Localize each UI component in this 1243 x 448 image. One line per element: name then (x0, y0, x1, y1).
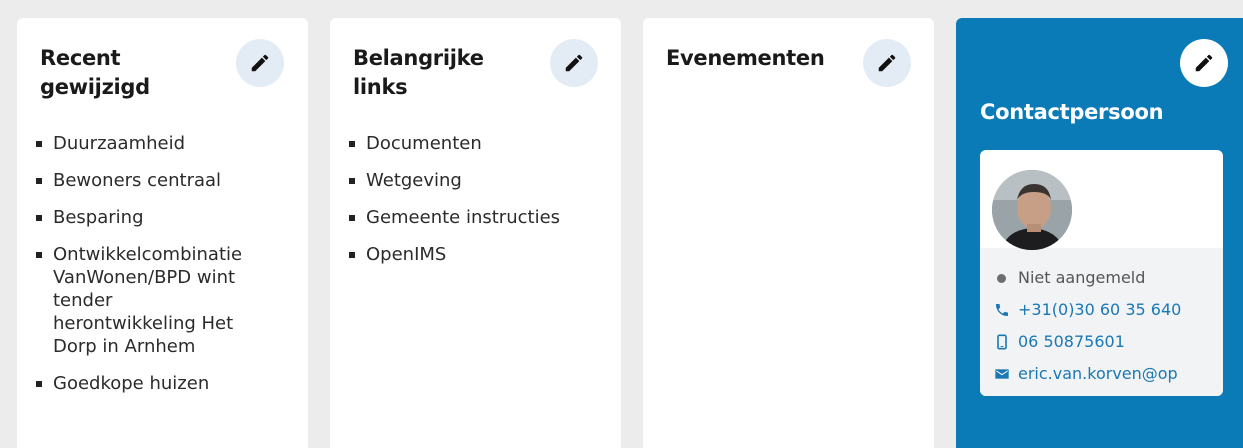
card-important-links: Belangrijke links Documenten Wetgeving G… (330, 18, 621, 448)
links-list: Documenten Wetgeving Gemeente instructie… (348, 132, 610, 280)
list-item[interactable]: OpenIMS (348, 243, 610, 266)
edit-button[interactable] (863, 39, 911, 87)
list-item[interactable]: Wetgeving (348, 169, 610, 192)
pencil-icon (251, 54, 269, 72)
contact-header (980, 150, 1223, 250)
envelope-icon (994, 366, 1012, 382)
title-line: links (353, 75, 408, 99)
mobile-link[interactable]: 06 50875601 (994, 326, 1223, 358)
avatar[interactable] (992, 170, 1072, 250)
card-title: Contactpersoon (980, 98, 1164, 127)
list-item[interactable]: Bewoners centraal (35, 169, 297, 192)
phone-link[interactable]: +31(0)30 60 35 640 (994, 294, 1223, 326)
contact-card: Niet aangemeld +31(0)30 60 35 640 06 508… (980, 150, 1223, 396)
card-title: Recent gewijzigd (40, 44, 150, 102)
avatar-photo (992, 170, 1072, 250)
list-item[interactable]: Gemeente instructies (348, 206, 610, 229)
title-line: Contactpersoon (980, 100, 1164, 124)
status-dot-icon (994, 273, 1012, 283)
card-events: Evenementen (643, 18, 934, 448)
phone-number: +31(0)30 60 35 640 (1018, 300, 1182, 319)
mobile-number: 06 50875601 (1018, 332, 1125, 351)
recent-list: Duurzaamheid Bewoners centraal Besparing… (35, 132, 297, 409)
title-line: Recent (40, 46, 121, 70)
pencil-icon (878, 54, 896, 72)
email-link[interactable]: eric.van.korven@op (994, 358, 1223, 390)
card-recent-changed: Recent gewijzigd Duurzaamheid Bewoners c… (17, 18, 308, 448)
email-address: eric.van.korven@op (1018, 364, 1178, 383)
card-contact-person: Contactpersoon Niet aangemeld +31(0)30 6… (956, 18, 1243, 448)
card-title: Evenementen (666, 44, 825, 73)
edit-button[interactable] (236, 39, 284, 87)
pencil-icon (565, 54, 583, 72)
list-item[interactable]: Goedkope huizen (35, 372, 297, 395)
list-item[interactable]: Besparing (35, 206, 297, 229)
pencil-icon (1195, 54, 1213, 72)
title-line: Belangrijke (353, 46, 484, 70)
list-item[interactable]: Duurzaamheid (35, 132, 297, 155)
card-title: Belangrijke links (353, 44, 484, 102)
edit-button[interactable] (1180, 39, 1228, 87)
phone-icon (994, 302, 1012, 318)
status-text: Niet aangemeld (1018, 268, 1146, 287)
edit-button[interactable] (550, 39, 598, 87)
mobile-icon (994, 334, 1012, 350)
title-line: Evenementen (666, 46, 825, 70)
list-item[interactable]: Documenten (348, 132, 610, 155)
list-item[interactable]: Ontwikkelcombinatie VanWonen/BPD wint te… (35, 243, 245, 358)
contact-details: Niet aangemeld +31(0)30 60 35 640 06 508… (980, 248, 1223, 396)
presence-status: Niet aangemeld (994, 262, 1223, 294)
title-line: gewijzigd (40, 75, 150, 99)
